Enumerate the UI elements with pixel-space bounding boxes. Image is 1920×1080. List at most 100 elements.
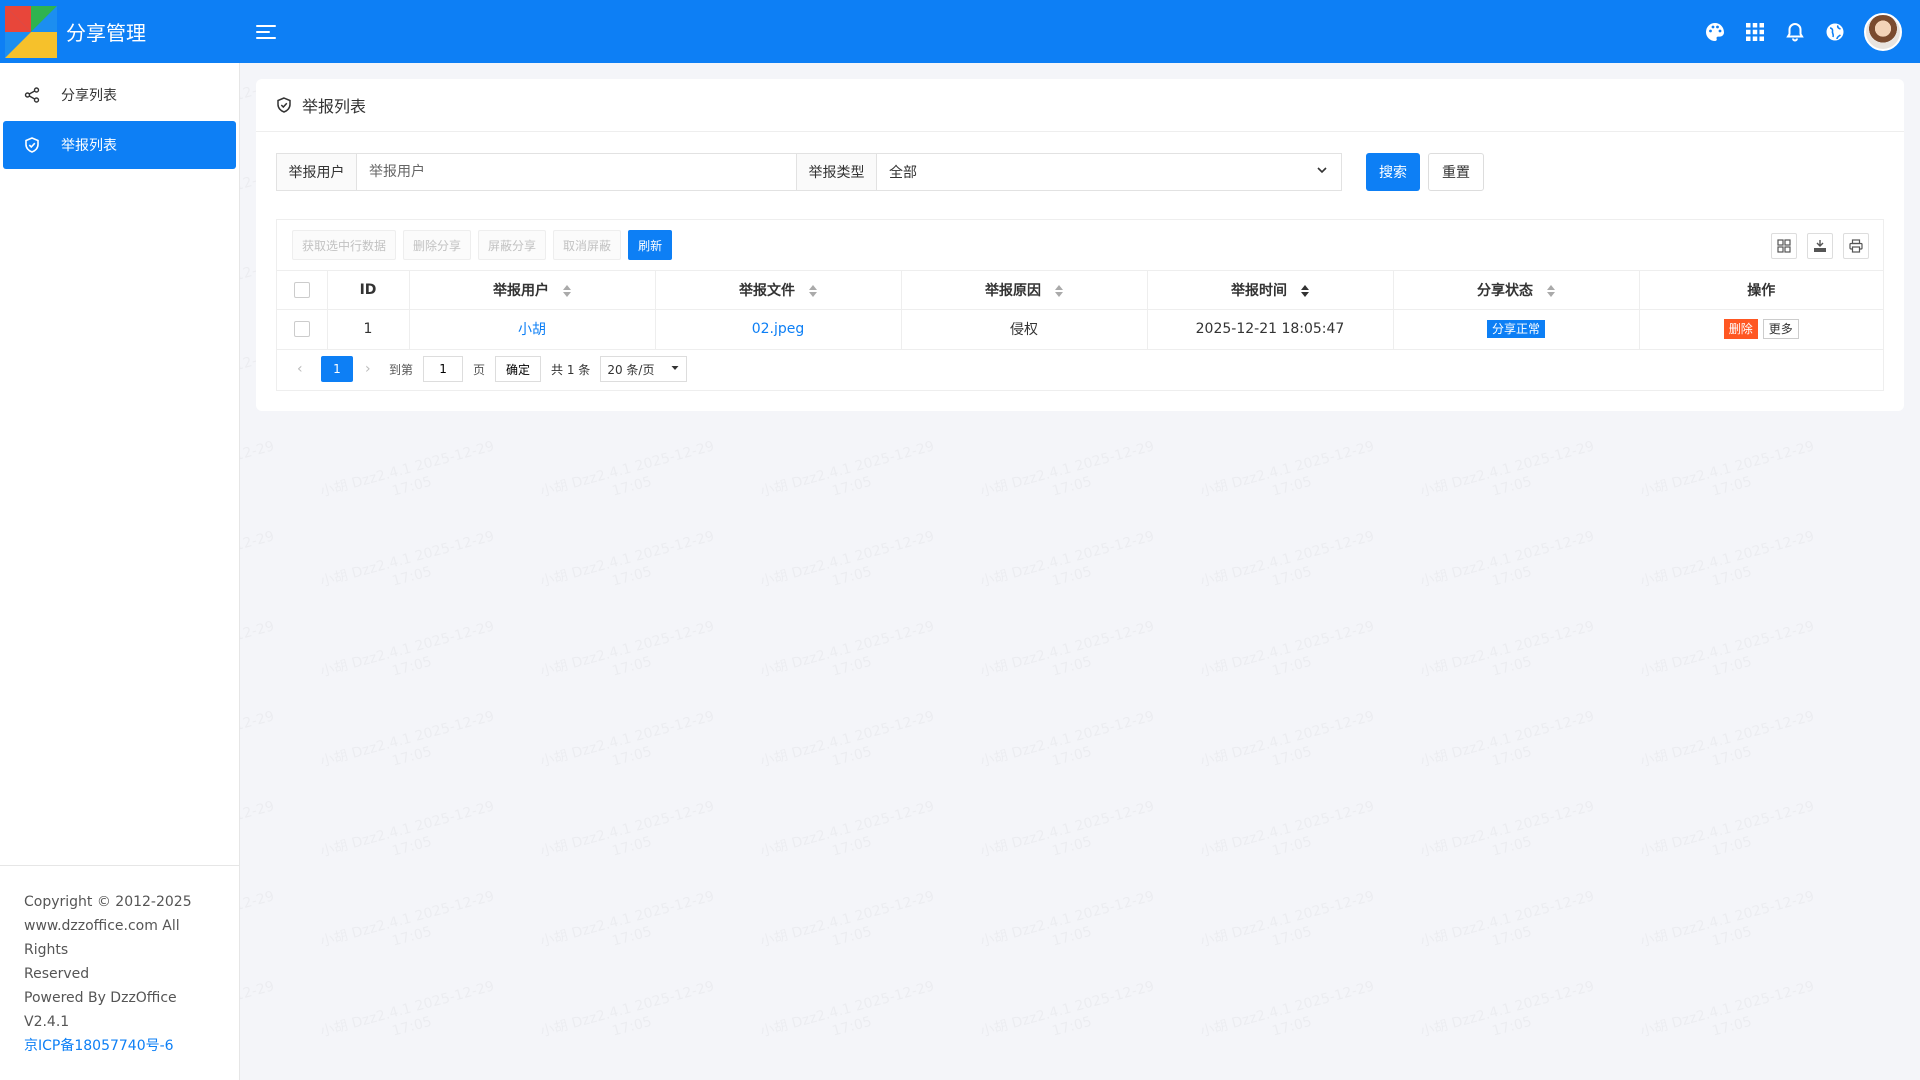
column-header-id: ID [327,270,410,310]
watermark-text: 小胡 Dzz2.4.1 2025-12-2917:05 [318,527,501,608]
icp-link[interactable]: 京ICP备18057740号-6 [24,1034,215,1058]
block-share-button[interactable]: 屏蔽分享 [478,230,547,260]
page-unit-label: 页 [473,362,486,377]
watermark-text: 小胡 Dzz2.4.1 2025-12-2917:05 [1198,887,1381,968]
print-icon[interactable] [1843,233,1869,259]
watermark-text: 小胡 Dzz2.4.1 2025-12-2917:05 [1198,707,1381,788]
column-header-report-reason[interactable]: 举报原因 [901,270,1148,310]
chevron-down-icon [1315,163,1329,181]
watermark-text: 小胡 Dzz2.4.1 2025-12-2917:05 [978,887,1161,968]
report-file-link[interactable]: 02.jpeg [752,321,805,337]
sidebar-footer: Copyright © 2012-2025 www.dzzoffice.com … [0,865,239,1080]
sidebar-item-report-list[interactable]: 举报列表 [3,121,236,169]
reserved-text: Reserved [24,966,90,982]
pagination: ‹ 1 › 到第 页 确定 共 1 条 20 条/页 [277,348,1883,389]
sidebar-item-share-list[interactable]: 分享列表 [3,71,236,119]
watermark-text: 小胡 Dzz2.4.1 2025-12-2917:05 [978,527,1161,608]
report-user-input[interactable] [357,154,796,190]
watermark-text: 小胡 Dzz2.4.1 2025-12-2917:05 [1198,797,1381,878]
column-header-report-time[interactable]: 举报时间 [1147,270,1394,310]
app-logo [5,5,57,58]
sort-icon[interactable] [1547,285,1555,297]
watermark-text: 小胡 Dzz2.4.1 2025-12-2917:05 [538,617,721,698]
sort-icon[interactable] [1055,285,1063,297]
sort-desc-icon[interactable] [1301,285,1309,297]
sidebar: 分享列表 举报列表 Copyright © 2012-2025 www.dzzo… [0,63,240,1080]
search-form: 举报用户 举报类型 全部 搜索 重置 [276,153,1484,191]
table-row: 1 小胡 02.jpeg 侵权 2025-12-21 18:05:47 分享正常… [277,309,1883,349]
watermark-text: 小胡 Dzz2.4.1 2025-12-2917:05 [1418,527,1601,608]
sort-icon[interactable] [563,285,571,297]
chevron-down-icon [670,362,680,376]
watermark-text: 小胡 Dzz2.4.1 2025-12-2917:05 [1418,707,1601,788]
apps-grid-icon[interactable] [1744,21,1766,43]
cell-actions: 删除 更多 [1639,309,1883,349]
watermark-text: 小胡 Dzz2.4.1 2025-12-2917:05 [758,617,941,698]
share-icon [23,86,41,104]
page-size-value: 20 条/页 [607,362,655,377]
cell-report-time: 2025-12-21 18:05:47 [1147,309,1394,349]
report-table-container: 获取选中行数据 删除分享 屏蔽分享 取消屏蔽 刷新 ID 举报用户 举报文件 举… [276,219,1884,391]
cell-report-user: 小胡 [409,309,656,349]
search-button[interactable]: 搜索 [1366,153,1420,191]
globe-icon[interactable] [1824,21,1846,43]
menu-toggle-icon[interactable] [256,20,280,44]
select-all-checkbox[interactable] [293,282,310,298]
page-confirm-button[interactable]: 确定 [495,356,542,382]
watermark-text: 小胡 Dzz2.4.1 2025-12-2917:05 [538,527,721,608]
report-table: ID 举报用户 举报文件 举报原因 举报时间 分享状态 操作 1 小胡 02.j… [277,270,1883,349]
watermark-text: 小胡 Dzz2.4.1 2025-12-2917:05 [318,887,501,968]
watermark-text: 小胡 Dzz2.4.1 2025-12-2917:05 [538,707,721,788]
page-size-select[interactable]: 20 条/页 [600,356,688,382]
refresh-button[interactable]: 刷新 [628,230,673,260]
delete-row-button[interactable]: 删除 [1723,319,1758,340]
current-page[interactable]: 1 [321,356,353,382]
watermark-text: 小胡 Dzz2.4.1 2025-12-2917:05 [978,797,1161,878]
watermark-text: 小胡 Dzz2.4.1 2025-12-2917:05 [978,707,1161,788]
watermark-text: 小胡 Dzz2.4.1 2025-12-2917:05 [1638,887,1821,968]
row-checkbox-cell [277,309,328,349]
sort-icon[interactable] [809,285,817,297]
columns-filter-icon[interactable] [1771,233,1797,259]
bell-icon[interactable] [1784,21,1806,43]
watermark-text: 小胡 Dzz2.4.1 2025-12-2917:05 [978,437,1161,518]
more-actions-button[interactable]: 更多 [1762,319,1799,340]
top-header: 分享管理 [0,0,1920,63]
delete-share-button[interactable]: 删除分享 [403,230,472,260]
copyright-text: Copyright © 2012-2025 [24,894,192,910]
column-header-actions: 操作 [1639,270,1883,310]
app-title: 分享管理 [66,21,146,45]
site-text: www.dzzoffice.com All Rights [24,918,180,958]
cell-id: 1 [327,309,410,349]
row-checkbox[interactable] [293,321,310,338]
report-user-field: 举报用户 [276,153,797,191]
watermark-text: 小胡 Dzz2.4.1 2025-12-2917:05 [318,707,501,788]
watermark-text: 小胡 Dzz2.4.1 2025-12-2917:05 [538,977,721,1058]
get-selected-button[interactable]: 获取选中行数据 [292,230,397,260]
report-user-link[interactable]: 小胡 [518,322,546,338]
export-icon[interactable] [1807,233,1833,259]
watermark-text: 小胡 Dzz2.4.1 2025-12-2917:05 [1638,617,1821,698]
watermark-text: 小胡 Dzz2.4.1 2025-12-2917:05 [1638,707,1821,788]
column-header-report-user[interactable]: 举报用户 [409,270,656,310]
column-header-share-status[interactable]: 分享状态 [1393,270,1640,310]
palette-icon[interactable] [1704,21,1726,43]
total-count: 共 1 条 [551,362,591,377]
watermark-text: 小胡 Dzz2.4.1 2025-12-2917:05 [538,797,721,878]
reset-button[interactable]: 重置 [1428,153,1484,191]
unblock-button[interactable]: 取消屏蔽 [553,230,622,260]
report-type-select[interactable]: 全部 [877,154,1341,190]
next-page-icon[interactable]: › [365,361,379,377]
shield-icon [23,136,41,154]
user-avatar[interactable] [1864,12,1902,51]
prev-page-icon[interactable]: ‹ [297,361,311,377]
powered-text: Powered By DzzOffice V2.4.1 [24,990,177,1030]
report-type-field: 举报类型 全部 [797,153,1342,191]
watermark-text: 小胡 Dzz2.4.1 2025-12-2917:05 [1198,527,1381,608]
goto-label: 到第 [389,362,414,377]
page-number-input[interactable] [423,356,464,382]
column-header-report-file[interactable]: 举报文件 [655,270,902,310]
watermark-text: 小胡 Dzz2.4.1 2025-12-2917:05 [318,437,501,518]
watermark-text: 小胡 Dzz2.4.1 2025-12-2917:05 [318,797,501,878]
header-checkbox-cell [277,270,328,310]
